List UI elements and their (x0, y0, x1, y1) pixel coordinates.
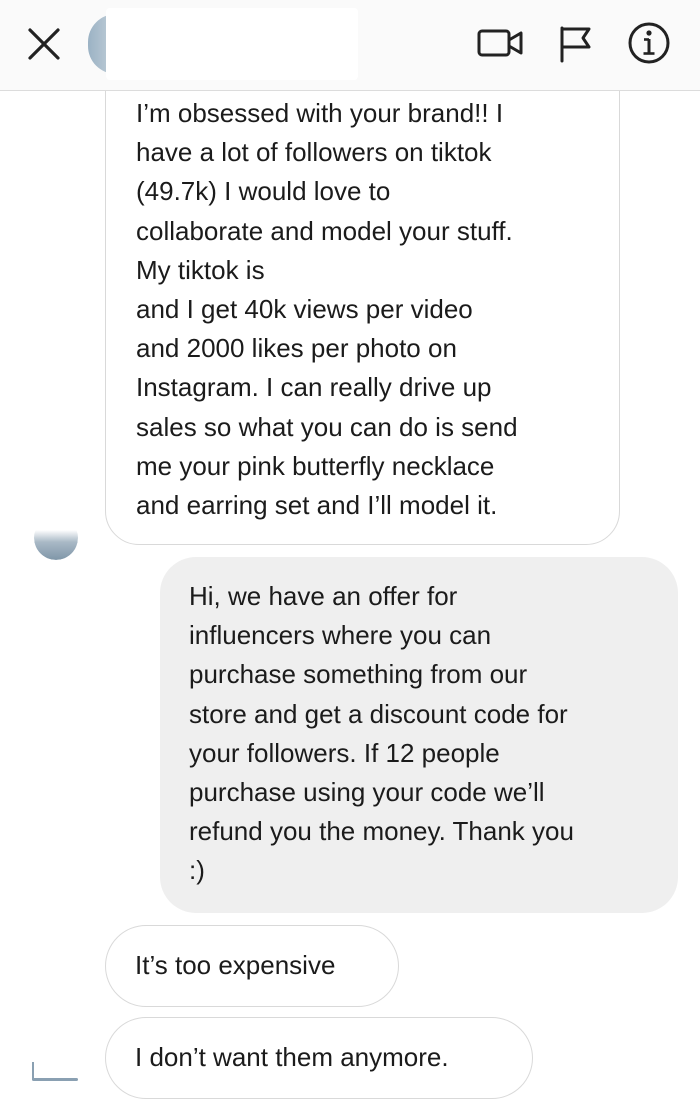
message-text-line: :) (189, 855, 205, 886)
video-call-icon (477, 29, 523, 57)
message-text-line: your followers. If 12 people (189, 737, 500, 768)
message-text-line: influencers where you can (189, 620, 492, 651)
message-text-line: and earring set and I’ll model it. (136, 490, 498, 521)
incoming-message-bubble[interactable]: I’m obsessed with your brand!! I have a … (105, 40, 620, 545)
contact-name[interactable] (106, 8, 358, 80)
video-call-button[interactable] (474, 20, 528, 66)
message-text-line: purchase something from our (189, 659, 528, 690)
close-button[interactable] (22, 22, 66, 66)
message-text-line: I don’t want them anymore. (135, 1042, 449, 1072)
message-text-line: and 2000 likes per photo on (136, 333, 457, 364)
outgoing-message-bubble[interactable]: Hi, we have an offer for influencers whe… (160, 557, 678, 913)
message-text-line: Instagram. I can really drive up (136, 372, 492, 403)
message-text-line: collaborate and model your stuff. (136, 215, 513, 246)
message-text-line: Hi, we have an offer for (189, 581, 458, 611)
message-text-line: It’s too expensive (135, 950, 336, 980)
conversation-header (0, 0, 700, 91)
message-text-line: I’m obsessed with your brand!! I (136, 98, 504, 128)
incoming-message-bubble[interactable]: It’s too expensive (105, 925, 399, 1007)
sender-avatar[interactable] (30, 1062, 80, 1087)
message-text-line: and I get 40k views per video (136, 294, 473, 325)
message-text-line: store and get a discount code for (189, 698, 568, 729)
close-icon (28, 28, 60, 60)
message-text-line: sales so what you can do is send (136, 411, 518, 442)
flag-icon (560, 26, 591, 63)
message-text-line: purchase using your code we’ll (189, 777, 545, 808)
sender-avatar[interactable] (34, 516, 78, 560)
message-text-line: My tiktok is (136, 254, 265, 285)
details-button[interactable] (624, 20, 674, 66)
report-button[interactable] (553, 20, 599, 66)
message-text-line: me your pink butterfly necklace (136, 450, 495, 481)
message-text-line: (49.7k) I would love to (136, 176, 391, 207)
info-icon (628, 22, 670, 64)
message-text-line: refund you the money. Thank you (189, 816, 574, 847)
message-text-line: have a lot of followers on tiktok (136, 137, 492, 168)
